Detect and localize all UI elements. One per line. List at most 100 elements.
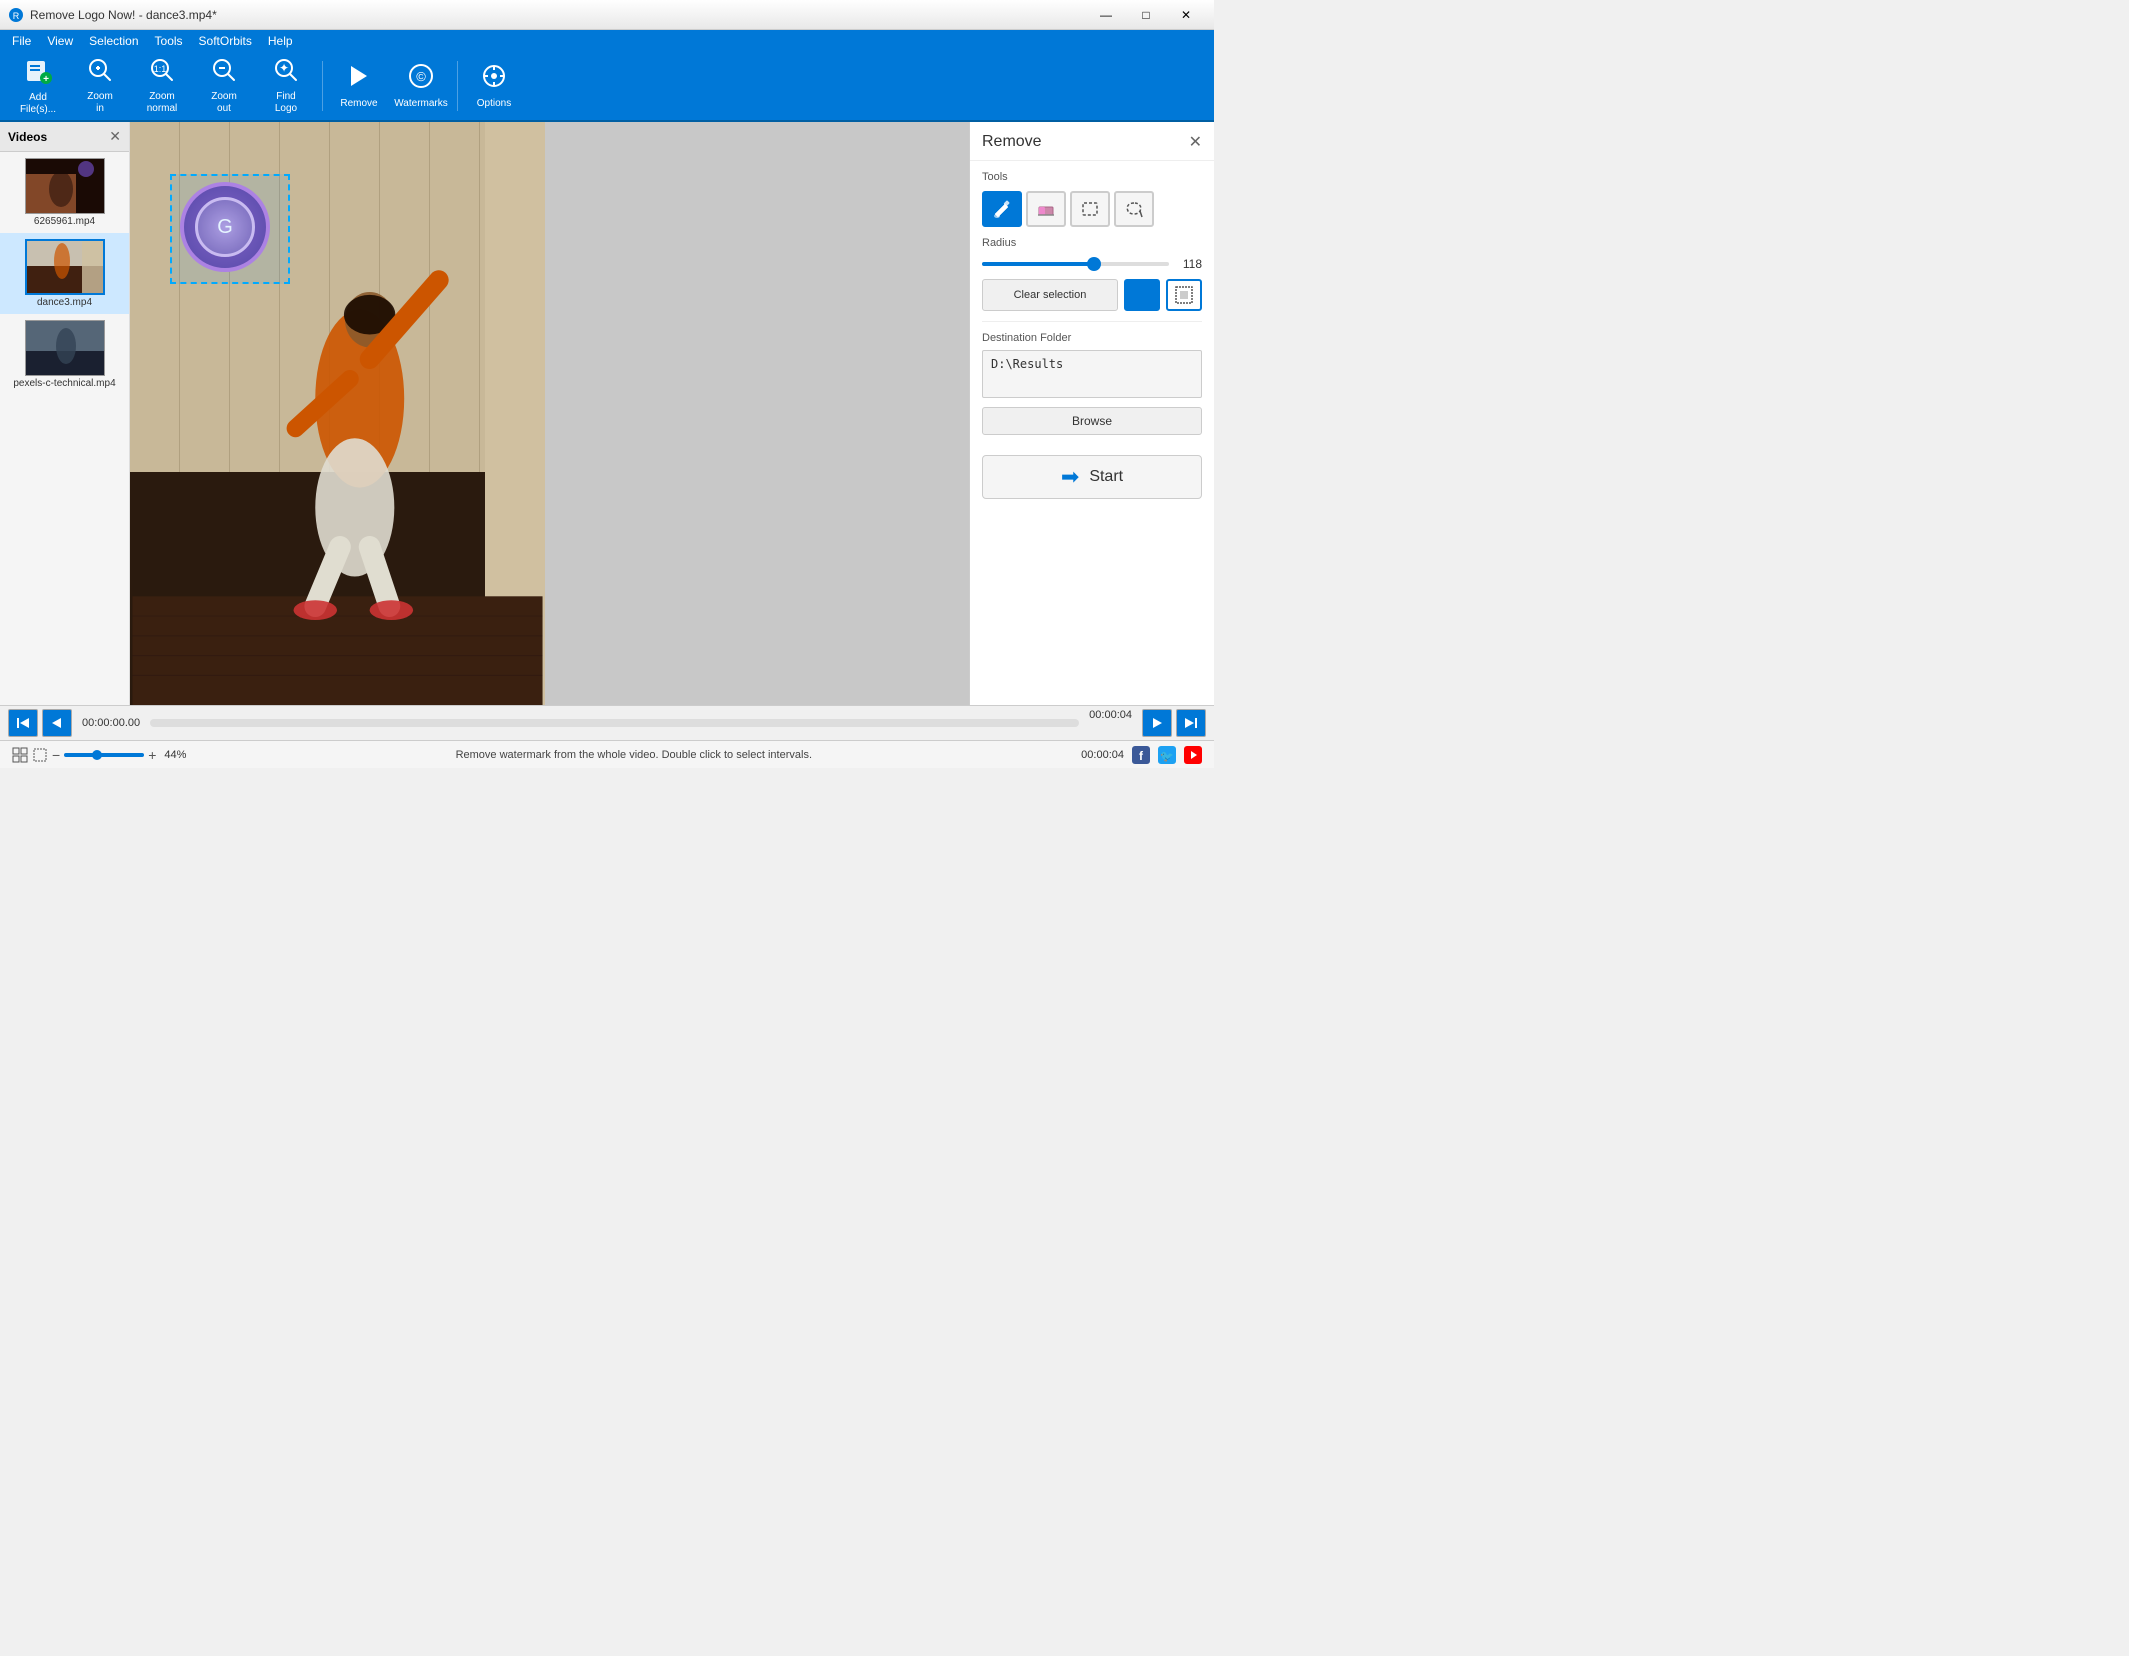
timeline-track[interactable]	[150, 719, 1079, 727]
maximize-button[interactable]: □	[1126, 0, 1166, 30]
video-name-1: 6265961.mp4	[34, 216, 95, 227]
remove-button[interactable]: Remove	[329, 55, 389, 117]
main-layout: Videos ✕ 6265961.mp4	[0, 122, 1214, 705]
selection-mode-expand-button[interactable]	[1124, 279, 1160, 311]
svg-text:R: R	[13, 11, 20, 21]
radius-slider[interactable]	[982, 262, 1169, 266]
app-icon: R	[8, 7, 24, 23]
selection-row: Clear selection	[982, 279, 1202, 311]
zoom-in-label: Zoomin	[87, 91, 113, 115]
video-name-3: pexels-c-technical.mp4	[13, 378, 115, 389]
window-title: Remove Logo Now! - dance3.mp4*	[30, 8, 217, 22]
video-item-1[interactable]: 6265961.mp4	[0, 152, 129, 233]
zoom-out-icon	[211, 57, 237, 87]
timeline-current-time: 00:00:00.00	[76, 717, 146, 729]
options-icon	[480, 62, 508, 94]
start-arrow-icon: ➡	[1061, 464, 1079, 490]
status-bar: − + 44% Remove watermark from the whole …	[0, 740, 1214, 768]
video-left-panel: G	[130, 122, 545, 705]
menu-selection[interactable]: Selection	[81, 32, 146, 50]
add-files-button[interactable]: + AddFile(s)...	[8, 55, 68, 117]
tool-lasso-button[interactable]	[1114, 191, 1154, 227]
timeline-next-button[interactable]	[1142, 709, 1172, 737]
minimize-button[interactable]: —	[1086, 0, 1126, 30]
menu-view[interactable]: View	[39, 32, 81, 50]
facebook-icon[interactable]: f	[1132, 746, 1150, 764]
zoom-controls: − + 44%	[12, 747, 186, 763]
watermarks-label: Watermarks	[394, 98, 448, 110]
eraser-icon	[1036, 199, 1056, 219]
zoom-in-button[interactable]: Zoomin	[70, 55, 130, 117]
dest-folder-input[interactable]: D:\Results	[982, 350, 1202, 398]
find-logo-button[interactable]: ✦ FindLogo	[256, 55, 316, 117]
menu-tools[interactable]: Tools	[147, 32, 191, 50]
menu-file[interactable]: File	[4, 32, 39, 50]
watermarks-button[interactable]: © Watermarks	[391, 55, 451, 117]
close-button[interactable]: ✕	[1166, 0, 1206, 30]
svg-text:1:1: 1:1	[154, 64, 167, 74]
zoom-out-label: Zoomout	[211, 91, 237, 115]
options-button[interactable]: Options	[464, 55, 524, 117]
expand-selection-icon	[1133, 286, 1151, 304]
start-section: ➡ Start	[970, 445, 1214, 509]
video-item-2[interactable]: dance3.mp4	[0, 233, 129, 314]
selection-mode-contract-button[interactable]	[1166, 279, 1202, 311]
next-frame-icon	[1150, 716, 1164, 730]
timeline-end-controls: 00:00:04	[1083, 709, 1206, 737]
contract-selection-icon	[1175, 286, 1193, 304]
status-message: Remove watermark from the whole video. D…	[456, 749, 812, 761]
video-name-2: dance3.mp4	[37, 297, 92, 308]
lasso-icon	[1124, 199, 1144, 219]
canvas-area[interactable]: G	[130, 122, 969, 705]
radius-label: Radius	[982, 237, 1202, 249]
radius-track	[982, 262, 1094, 266]
panel-close-button[interactable]: ✕	[1189, 132, 1202, 152]
video-item-3[interactable]: pexels-c-technical.mp4	[0, 314, 129, 395]
title-bar-left: R Remove Logo Now! - dance3.mp4*	[8, 7, 217, 23]
browse-button[interactable]: Browse	[982, 407, 1202, 435]
svg-text:✦: ✦	[279, 61, 289, 75]
zoom-slider-thumb[interactable]	[92, 750, 102, 760]
timeline-prev-button[interactable]	[42, 709, 72, 737]
toolbar: + AddFile(s)... Zoomin 1:1 Zoomnormal	[0, 52, 1214, 122]
panel-title: Remove	[982, 133, 1042, 151]
find-logo-icon: ✦	[273, 57, 299, 87]
svg-text:+: +	[43, 74, 49, 84]
sidebar-close-button[interactable]: ✕	[109, 128, 121, 145]
zoom-in-btn[interactable]: +	[148, 747, 156, 763]
dest-section: Destination Folder D:\Results Browse	[970, 322, 1214, 445]
zoom-out-button[interactable]: Zoomout	[194, 55, 254, 117]
zoom-normal-button[interactable]: 1:1 Zoomnormal	[132, 55, 192, 117]
brush-icon	[992, 199, 1012, 219]
youtube-icon[interactable]	[1184, 746, 1202, 764]
find-logo-label: FindLogo	[275, 91, 297, 115]
tool-rect-button[interactable]	[1070, 191, 1110, 227]
video-preview: G	[130, 122, 969, 705]
zoom-out-btn[interactable]: −	[52, 747, 60, 763]
radius-row: 118	[982, 257, 1202, 271]
zoom-slider[interactable]	[64, 753, 144, 757]
video-thumb-2	[25, 239, 105, 295]
sidebar-header: Videos ✕	[0, 122, 129, 152]
right-panel: Remove ✕ Tools	[969, 122, 1214, 705]
remove-label: Remove	[340, 98, 377, 110]
tool-eraser-button[interactable]	[1026, 191, 1066, 227]
radius-thumb[interactable]	[1087, 257, 1101, 271]
clear-selection-button[interactable]: Clear selection	[982, 279, 1118, 311]
timeline-skip-end-button[interactable]	[1176, 709, 1206, 737]
social-icons: 00:00:04 f 🐦	[1081, 746, 1202, 764]
sidebar: Videos ✕ 6265961.mp4	[0, 122, 130, 705]
menu-softorbits[interactable]: SoftOrbits	[191, 32, 260, 50]
select-tool-icon	[32, 747, 48, 763]
video-thumb-1	[25, 158, 105, 214]
rect-select-icon	[1080, 199, 1100, 219]
tools-section: Tools	[970, 161, 1214, 321]
timeline-skip-start-button[interactable]	[8, 709, 38, 737]
zoom-normal-icon: 1:1	[149, 57, 175, 87]
tool-brush-button[interactable]	[982, 191, 1022, 227]
timeline: 00:00:00.00 00:00:04	[0, 705, 1214, 740]
menu-help[interactable]: Help	[260, 32, 301, 50]
start-button[interactable]: ➡ Start	[982, 455, 1202, 499]
twitter-icon[interactable]: 🐦	[1158, 746, 1176, 764]
radius-value: 118	[1177, 257, 1202, 271]
